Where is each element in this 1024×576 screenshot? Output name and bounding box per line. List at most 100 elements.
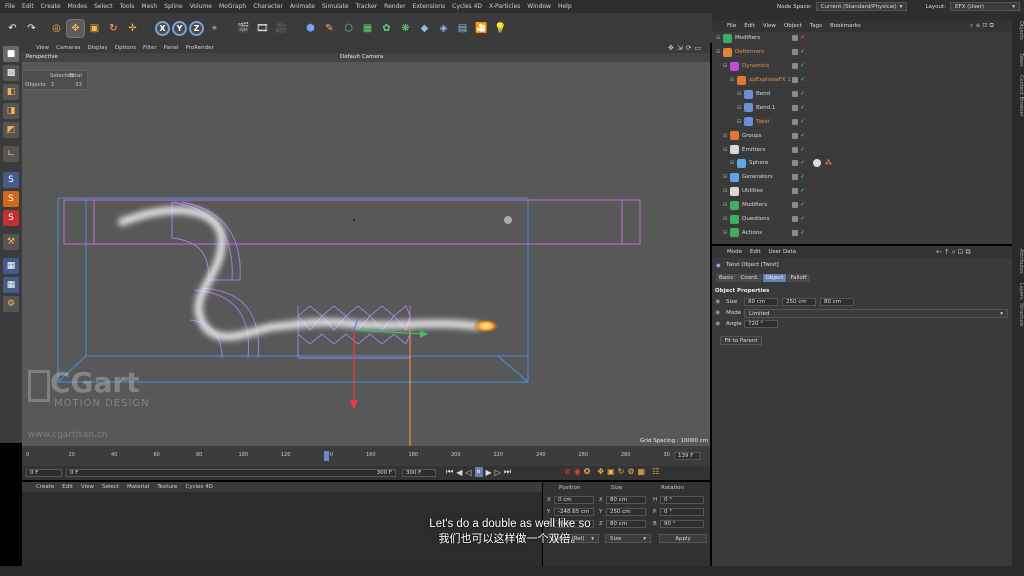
layer-swatch-icon[interactable] (792, 229, 798, 236)
expand-toggle-icon[interactable]: ⊟ (723, 230, 730, 236)
enabled-check-icon[interactable]: ✓ (800, 49, 805, 55)
viewport-menu-filter[interactable]: Filter (143, 45, 157, 51)
object-menu-edit[interactable]: Edit (744, 23, 755, 29)
expand-toggle-icon[interactable]: ⊟ (737, 91, 744, 97)
settings-extra-button[interactable]: ⚙ (3, 296, 19, 312)
object-row[interactable]: ⊟ Groups ✓ (712, 129, 1012, 144)
viewport-menu-cameras[interactable]: Cameras (56, 45, 80, 51)
object-row[interactable]: ⊟ Deformers ✓ (712, 46, 1012, 60)
tab-coord[interactable]: Coord. (737, 274, 762, 282)
enabled-check-icon[interactable]: ✓ (800, 160, 805, 166)
menu-edit[interactable]: Edit (22, 3, 34, 10)
render-picture-viewer-button[interactable]: 🎞 (254, 20, 271, 37)
play-reverse-icon[interactable]: ◁ (465, 468, 471, 477)
enabled-check-icon[interactable]: ✓ (800, 63, 805, 69)
size-z-field[interactable]: 80 cm (820, 298, 854, 306)
pen-spline-button[interactable]: ✎ (321, 20, 338, 37)
live-select-button[interactable]: ◎ (48, 20, 65, 37)
redo-button[interactable]: ↷ (23, 20, 40, 37)
enabled-check-icon[interactable]: ✓ (800, 202, 805, 208)
side-tab-structure[interactable]: Structure (1012, 303, 1024, 326)
tab-falloff[interactable]: Falloff (787, 274, 810, 282)
coordinate-system-button[interactable]: ⌖ (206, 20, 223, 37)
menu-help[interactable]: Help (558, 3, 572, 10)
expand-toggle-icon[interactable]: ⊟ (723, 188, 730, 194)
material-menu-view[interactable]: View (81, 484, 94, 490)
fracture-button[interactable]: ❋ (397, 20, 414, 37)
side-tab-content-browser[interactable]: Content Browser (1012, 75, 1024, 117)
object-row[interactable]: ⊟ Modifiers ✓ (712, 199, 1012, 213)
go-to-end-icon[interactable]: ⏭ (504, 467, 511, 477)
object-row[interactable]: ⊟ Bend.1 ✓ (712, 101, 1012, 116)
light-button[interactable]: 💡 (492, 20, 509, 37)
timeline-settings-icon[interactable]: ☷ (652, 467, 659, 476)
key-selection-icon[interactable]: ❂ (584, 467, 591, 476)
node-space-dropdown[interactable]: Current (Standard/Physical) ▾ (815, 2, 908, 11)
play-forward-icon[interactable]: ▶ (486, 468, 492, 477)
rotation-p-field[interactable]: 0 ° (660, 508, 704, 516)
size-anim-dot-icon[interactable]: ◉ (715, 298, 720, 305)
layer-swatch-icon[interactable] (792, 188, 798, 195)
enabled-check-icon[interactable]: ✓ (800, 132, 805, 139)
material-menu-edit[interactable]: Edit (62, 484, 73, 490)
size-x-field[interactable]: 80 cm (606, 496, 646, 504)
layout-dropdown[interactable]: EFX (User) ▾ (950, 2, 1020, 11)
snap-settings-button[interactable]: S (3, 191, 19, 207)
menu-window[interactable]: Window (527, 3, 551, 10)
angle-field[interactable]: 720 ° (744, 320, 778, 328)
menu-extensions[interactable]: Extensions (413, 3, 446, 10)
object-menu-file[interactable]: File (727, 23, 736, 29)
array-button[interactable]: ▦ (359, 20, 376, 37)
material-menu-select[interactable]: Select (102, 484, 119, 490)
emitter-tag-icon[interactable] (813, 159, 822, 168)
subdivision-button[interactable]: ⬡ (340, 20, 357, 37)
expand-toggle-icon[interactable]: ⊟ (723, 174, 730, 180)
expand-toggle-icon[interactable]: ⊟ (723, 202, 730, 208)
layer-swatch-icon[interactable] (792, 104, 798, 111)
deformer-button[interactable]: ◆ (416, 20, 433, 37)
grid-planar-button[interactable]: ▦ (3, 258, 19, 274)
object-row[interactable]: ⊟ Modifiers ✕ (712, 32, 1012, 46)
expand-toggle-icon[interactable]: ⊟ (737, 119, 744, 125)
timeline-playhead[interactable] (324, 451, 329, 461)
position-y-field[interactable]: -248.65 cm (554, 508, 594, 516)
size-y-field[interactable]: 250 cm (606, 508, 646, 516)
make-editable-button[interactable]: ■ (3, 46, 19, 62)
enabled-check-icon[interactable]: ✓ (800, 104, 805, 111)
start-frame-field[interactable]: 0 F (26, 469, 62, 477)
enabled-check-icon[interactable]: ✓ (800, 229, 805, 236)
key-param-icon[interactable]: ⚙ (627, 467, 634, 476)
workplane-button[interactable]: ∟ (3, 146, 19, 162)
layer-swatch-icon[interactable] (792, 216, 798, 223)
angle-anim-dot-icon[interactable]: ◉ (715, 320, 720, 327)
attributes-menu-edit[interactable]: Edit (750, 249, 761, 255)
current-frame-field[interactable]: 139 F (674, 452, 700, 460)
object-menu-bookmarks[interactable]: Bookmarks (830, 23, 861, 29)
texture-mode-button[interactable]: ▩ (3, 65, 19, 81)
menu-cycles-4d[interactable]: Cycles 4D (452, 3, 482, 10)
expand-toggle-icon[interactable]: ⊟ (737, 105, 744, 111)
sphere-emitter[interactable] (504, 216, 512, 224)
menu-simulate[interactable]: Simulate (322, 3, 349, 10)
menu-modes[interactable]: Modes (68, 3, 87, 10)
expand-toggle-icon[interactable]: ⊟ (730, 77, 737, 83)
new-window-icon[interactable]: ⧉ (989, 22, 995, 29)
arrow-up-icon[interactable]: ↑ (944, 248, 952, 256)
side-tab-attributes[interactable]: Attributes (1012, 249, 1024, 274)
side-tab-takes[interactable]: Takes (1012, 53, 1024, 67)
layer-swatch-icon[interactable] (792, 91, 798, 97)
polygons-mode-button[interactable]: ◩ (3, 122, 19, 138)
enabled-check-icon[interactable]: ✓ (800, 174, 805, 180)
range-start-field[interactable]: 0 F 300 F (66, 469, 396, 477)
points-mode-button[interactable]: ◧ (3, 84, 19, 100)
menu-spline[interactable]: Spline (164, 3, 182, 10)
object-row[interactable]: ⊟ Sphere ✓ ⁂ (712, 157, 1012, 171)
viewport-menu-view[interactable]: View (36, 45, 49, 51)
layer-swatch-icon[interactable] (792, 77, 798, 84)
viewport-camera-label[interactable]: Default Camera (340, 54, 383, 60)
x-axis-arrow[interactable] (420, 330, 428, 338)
size-x-field[interactable]: 80 cm (744, 298, 778, 306)
expand-toggle-icon[interactable]: ⊟ (716, 49, 723, 55)
lock-workplane-button[interactable]: ⚒ (3, 234, 19, 250)
quantize-button[interactable]: S (3, 210, 19, 226)
